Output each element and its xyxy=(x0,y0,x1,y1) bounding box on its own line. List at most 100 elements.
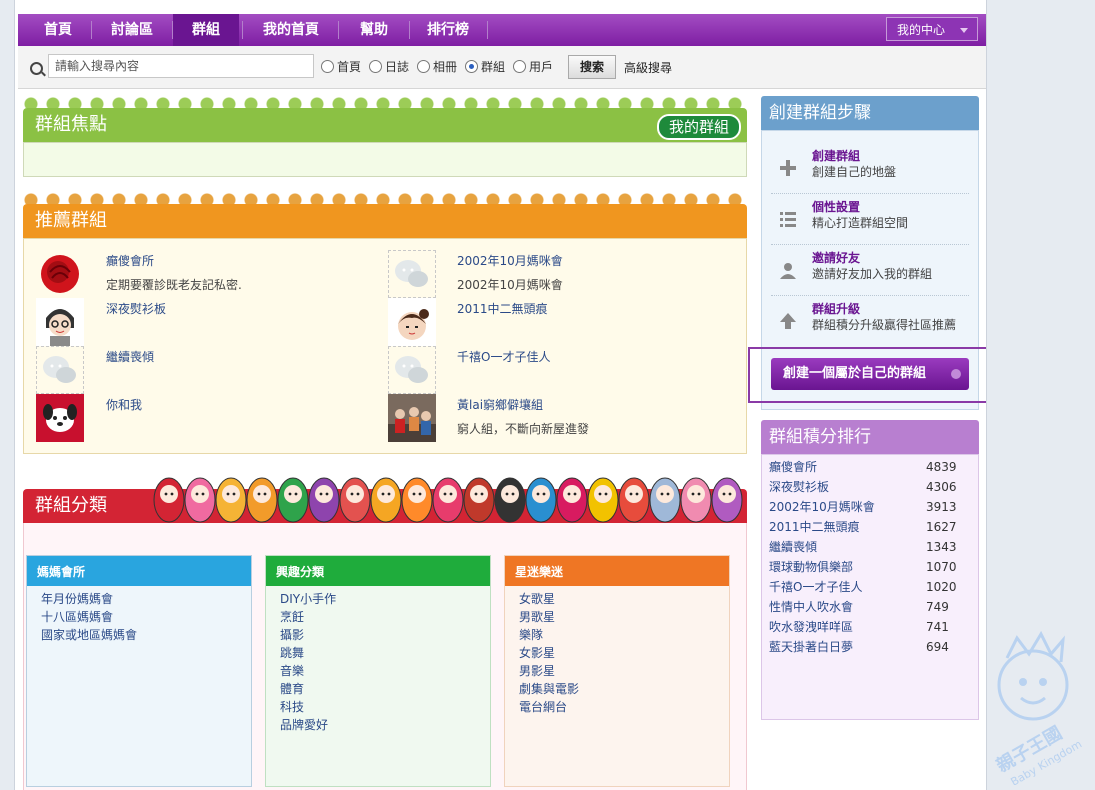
my-groups-button[interactable]: 我的群組 xyxy=(656,114,741,140)
category-link[interactable]: 科技 xyxy=(280,698,490,716)
ranking-score: 741 xyxy=(926,620,949,634)
category-link[interactable]: 十八區媽媽會 xyxy=(41,608,251,626)
ranking-row[interactable]: 癲傻會所 4839 xyxy=(769,457,959,477)
category-link[interactable]: 女影星 xyxy=(519,644,729,662)
user-icon xyxy=(780,263,796,279)
focus-title: 群組焦點 xyxy=(35,114,107,135)
ranking-score: 3913 xyxy=(926,500,957,514)
ranking-title: 群組積分排行 xyxy=(769,427,871,447)
recommended-group-name[interactable]: 千禧O一才子佳人 xyxy=(457,348,550,365)
search-option-user[interactable]: 用戶 xyxy=(513,59,553,75)
search-input[interactable] xyxy=(48,54,314,78)
create-group-button[interactable]: 創建一個屬於自己的群組 xyxy=(771,358,969,390)
chat-bubble-icon[interactable] xyxy=(388,250,436,298)
nav-help[interactable]: 幫助 xyxy=(340,14,408,46)
recommended-group-name[interactable]: 黃lai窮鄉僻壤組 xyxy=(457,396,543,413)
ranking-row[interactable]: 2011中二無頭痕 1627 xyxy=(769,517,959,537)
recommended-group-name[interactable]: 深夜熨衫板 xyxy=(106,300,166,317)
main-nav: 首頁 討論區 群組 我的首頁 幫助 排行榜 我的中心 xyxy=(18,14,986,46)
nav-forum[interactable]: 討論區 xyxy=(95,14,169,46)
recommended-group-name[interactable]: 2002年10月媽咪會 xyxy=(457,252,563,269)
group-photo-icon[interactable] xyxy=(388,394,436,442)
cartoon-dog-icon[interactable] xyxy=(36,394,84,442)
category-link[interactable]: 品牌愛好 xyxy=(280,716,490,734)
search-button[interactable]: 搜索 xyxy=(568,55,616,79)
category-link[interactable]: 男影星 xyxy=(519,662,729,680)
step-upgrade[interactable]: 群組升級 群組積分升級贏得社區推薦 xyxy=(771,296,969,346)
ranking-group-name: 深夜熨衫板 xyxy=(769,480,830,494)
my-center-label: 我的中心 xyxy=(897,23,946,37)
my-center-dropdown[interactable]: 我的中心 xyxy=(886,17,978,41)
ranking-row[interactable]: 藍天掛著白日夢 694 xyxy=(769,637,959,657)
category-link[interactable]: 電台網台 xyxy=(519,698,729,716)
mushroom-border xyxy=(23,96,747,108)
category-link[interactable]: 男歌星 xyxy=(519,608,729,626)
ranking-header: 群組積分排行 xyxy=(761,420,979,454)
ranking-score: 749 xyxy=(926,600,949,614)
focus-panel-body xyxy=(23,142,747,177)
step-desc: 邀請好友加入我的群組 xyxy=(812,267,933,281)
step-title: 個性設置 xyxy=(812,200,861,214)
recommended-group-name[interactable]: 癲傻會所 xyxy=(106,252,154,269)
radio-icon xyxy=(321,60,334,73)
ranking-row[interactable]: 性情中人吹水會 749 xyxy=(769,597,959,617)
recommended-group-name[interactable]: 2011中二無頭痕 xyxy=(457,300,548,317)
search-option-blog[interactable]: 日誌 xyxy=(369,59,409,75)
ranking-row[interactable]: 千禧O一才子佳人 1020 xyxy=(769,577,959,597)
ranking-score: 1020 xyxy=(926,580,957,594)
nav-divider xyxy=(487,21,488,39)
chat-bubble-icon[interactable] xyxy=(36,346,84,394)
chat-bubble-icon[interactable] xyxy=(388,346,436,394)
nav-my-home[interactable]: 我的首頁 xyxy=(246,14,336,46)
cartoon-boy-icon[interactable] xyxy=(388,298,436,346)
step-customize[interactable]: 個性設置 精心打造群組空間 xyxy=(771,194,969,245)
create-group-button-label: 創建一個屬於自己的群組 xyxy=(783,366,927,381)
search-option-album[interactable]: 相冊 xyxy=(417,59,457,75)
category-link[interactable]: 跳舞 xyxy=(280,644,490,662)
category-link[interactable]: DIY小手作 xyxy=(280,590,490,608)
step-desc: 精心打造群組空間 xyxy=(812,216,909,230)
category-link[interactable]: 劇集與電影 xyxy=(519,680,729,698)
ranking-score: 694 xyxy=(926,640,949,654)
step-invite-friends[interactable]: 邀請好友 邀請好友加入我的群組 xyxy=(771,245,969,296)
search-option-home[interactable]: 首頁 xyxy=(321,59,361,75)
category-link[interactable]: 樂隊 xyxy=(519,626,729,644)
ranking-row[interactable]: 吹水發洩咩咩區 741 xyxy=(769,617,959,637)
ranking-group-name: 吹水發洩咩咩區 xyxy=(769,620,854,634)
category-link[interactable]: 烹飪 xyxy=(280,608,490,626)
category-link[interactable]: 年月份媽媽會 xyxy=(41,590,251,608)
ranking-row[interactable]: 環球動物俱樂部 1070 xyxy=(769,557,959,577)
rose-icon[interactable] xyxy=(36,250,84,298)
search-option-label: 日誌 xyxy=(385,60,410,74)
ranking-score: 4839 xyxy=(926,460,957,474)
recommended-group-name[interactable]: 繼續喪傾 xyxy=(106,348,154,365)
ranking-score: 1070 xyxy=(926,560,957,574)
search-bar: 首頁 日誌 相冊 群組 用戶 搜索 高級搜尋 xyxy=(18,46,986,89)
category-link[interactable]: 體育 xyxy=(280,680,490,698)
category-link[interactable]: 音樂 xyxy=(280,662,490,680)
ranking-row[interactable]: 2002年10月媽咪會 3913 xyxy=(769,497,959,517)
recommended-group-name[interactable]: 你和我 xyxy=(106,396,142,413)
ranking-group-name: 千禧O一才子佳人 xyxy=(769,580,863,594)
ranking-row[interactable]: 深夜熨衫板 4306 xyxy=(769,477,959,497)
focus-panel-header: 群組焦點 我的群組 xyxy=(23,108,747,142)
radio-selected-icon xyxy=(465,60,478,73)
category-link[interactable]: 攝影 xyxy=(280,626,490,644)
search-option-group[interactable]: 群組 xyxy=(465,59,505,75)
radio-icon xyxy=(417,60,430,73)
category-box-hobbies: 興趣分類 DIY小手作 烹飪 攝影 跳舞 音樂 體育 科技 品牌愛好 xyxy=(265,555,491,787)
ranking-row[interactable]: 繼續喪傾 1343 xyxy=(769,537,959,557)
nav-divider xyxy=(338,21,339,39)
step-title: 群組升級 xyxy=(812,302,861,316)
nav-ranking[interactable]: 排行榜 xyxy=(411,14,485,46)
ranking-score: 1627 xyxy=(926,520,957,534)
step-create-group[interactable]: 創建群組 創建自己的地盤 xyxy=(771,143,969,194)
advanced-search-link[interactable]: 高級搜尋 xyxy=(624,59,672,76)
baby-kingdom-watermark: 親子王國 Baby Kingdom xyxy=(993,630,1084,785)
nav-groups[interactable]: 群組 xyxy=(173,14,239,46)
category-link[interactable]: 女歌星 xyxy=(519,590,729,608)
recommended-panel-header: 推薦群組 xyxy=(23,204,747,238)
category-link[interactable]: 國家或地區媽媽會 xyxy=(41,626,251,644)
cartoon-girl-icon[interactable] xyxy=(36,298,84,346)
nav-home[interactable]: 首頁 xyxy=(28,14,88,46)
